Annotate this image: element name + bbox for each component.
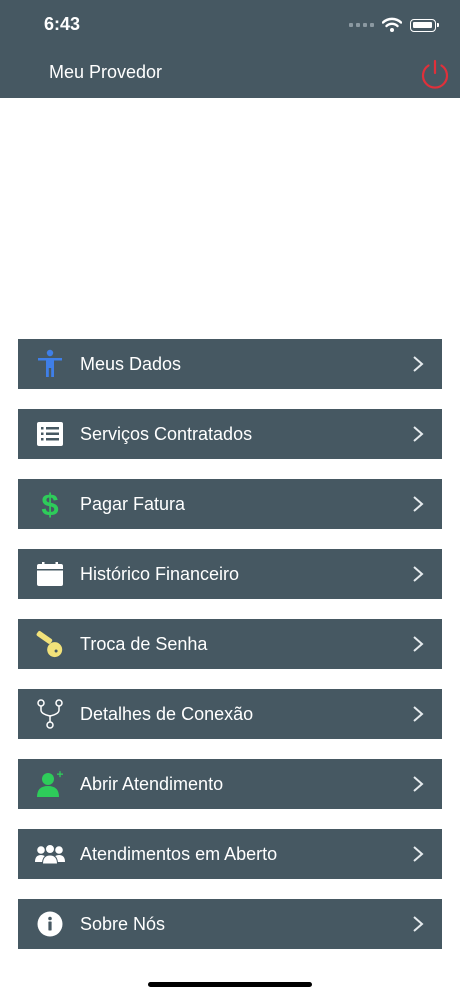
chevron-right-icon [413, 636, 424, 652]
menu-item-label: Meus Dados [80, 354, 182, 374]
cellular-signal-icon [349, 23, 374, 27]
home-indicator[interactable] [148, 982, 312, 987]
app-screen: 6:43 Meu Provedor Meus Dados Serviços Co… [0, 0, 460, 996]
menu-item-label: Detalhes de Conexão [80, 704, 254, 724]
menu-item-label: Serviços Contratados [80, 424, 253, 444]
network-icon [35, 699, 65, 729]
calendar-icon [35, 559, 65, 589]
chevron-right-icon [413, 566, 424, 582]
menu-item-meus-dados[interactable]: Meus Dados [18, 339, 442, 389]
wifi-icon [382, 17, 402, 32]
group-icon [35, 839, 65, 869]
chevron-right-icon [413, 496, 424, 512]
chevron-right-icon [413, 706, 424, 722]
status-time: 6:43 [44, 14, 81, 34]
chevron-right-icon [413, 776, 424, 792]
menu-item-atendimentos-em-aberto[interactable]: Atendimentos em Aberto [18, 829, 442, 879]
svg-text:$: $ [41, 488, 58, 520]
person-icon [35, 349, 65, 379]
main-menu: Meus Dados Serviços Contratados $ Pagar … [18, 339, 442, 969]
key-icon [35, 629, 65, 659]
list-icon [35, 419, 65, 449]
chevron-right-icon [413, 916, 424, 932]
chevron-right-icon [413, 426, 424, 442]
battery-icon [410, 18, 439, 32]
menu-item-label: Abrir Atendimento [80, 774, 224, 794]
menu-item-troca-de-senha[interactable]: Troca de Senha [18, 619, 442, 669]
top-bar: 6:43 Meu Provedor [0, 0, 460, 98]
status-indicators [349, 14, 439, 36]
menu-item-servicos-contratados[interactable]: Serviços Contratados [18, 409, 442, 459]
chevron-right-icon [413, 356, 424, 372]
menu-item-abrir-atendimento[interactable]: Abrir Atendimento [18, 759, 442, 809]
menu-item-pagar-fatura[interactable]: $ Pagar Fatura [18, 479, 442, 529]
menu-item-detalhes-de-conexao[interactable]: Detalhes de Conexão [18, 689, 442, 739]
menu-item-label: Atendimentos em Aberto [80, 844, 278, 864]
menu-item-label: Sobre Nós [80, 914, 166, 934]
page-title: Meu Provedor [49, 62, 163, 82]
menu-item-label: Histórico Financeiro [80, 564, 240, 584]
info-icon [35, 909, 65, 939]
menu-item-sobre-nos[interactable]: Sobre Nós [18, 899, 442, 949]
chevron-right-icon [413, 846, 424, 862]
menu-item-label: Troca de Senha [80, 634, 208, 654]
dollar-icon: $ [35, 488, 65, 520]
menu-item-label: Pagar Fatura [80, 494, 186, 514]
add-user-icon [35, 769, 65, 799]
menu-item-historico-financeiro[interactable]: Histórico Financeiro [18, 549, 442, 599]
power-icon[interactable] [419, 58, 451, 90]
